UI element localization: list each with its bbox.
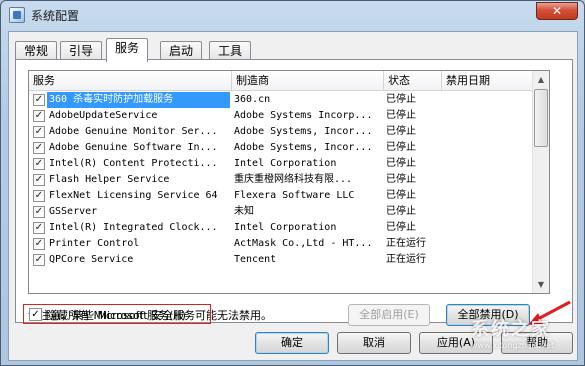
manufacturer-cell: 重庆重橙网络科技有限... bbox=[234, 174, 353, 185]
status-cell: 已停止 bbox=[386, 190, 416, 201]
services-tab-panel: 服务 制造商 状态 禁用日期 ✓ 360 杀毒实时防护加载服务 360.cn 已停止 ✓… bbox=[15, 59, 573, 326]
service-checkbox[interactable]: ✓ bbox=[33, 158, 45, 170]
table-row[interactable]: ✓ Flash Helper Service 重庆重橙网络科技有限... 已停止 bbox=[29, 172, 534, 188]
vertical-scrollbar[interactable]: ▲ ▼ bbox=[532, 71, 549, 293]
service-checkbox[interactable]: ✓ bbox=[33, 142, 45, 154]
manufacturer-cell: ActMask Co.,Ltd - HT... bbox=[234, 238, 373, 249]
manufacturer-cell: Tencent bbox=[234, 254, 277, 265]
scroll-up-icon[interactable]: ▲ bbox=[533, 71, 549, 88]
service-name-cell: 360 杀毒实时防护加载服务 bbox=[47, 92, 230, 108]
service-name-cell: QPCore Service bbox=[49, 254, 134, 265]
tab-startup[interactable]: 启动 bbox=[160, 41, 203, 61]
services-list[interactable]: 服务 制造商 状态 禁用日期 ✓ 360 杀毒实时防护加载服务 360.cn 已停止 ✓… bbox=[28, 70, 550, 294]
hide-microsoft-services-label[interactable]: 隐藏所有 Microsoft 服务(H) bbox=[46, 307, 186, 323]
manufacturer-cell: 未知 bbox=[234, 206, 254, 217]
status-cell: 正在运行 bbox=[386, 254, 426, 265]
enable-all-button[interactable]: 全部启用(E) bbox=[348, 304, 430, 326]
service-checkbox[interactable]: ✓ bbox=[33, 206, 45, 218]
watermark-logo: 系统之家 www.xitongzhijia.net bbox=[471, 319, 555, 350]
manufacturer-cell: Adobe Systems, Incor... bbox=[234, 142, 373, 153]
column-header-disabled-date[interactable]: 禁用日期 bbox=[442, 71, 534, 91]
table-row[interactable]: ✓ FlexNet Licensing Service 64 Flexera Sof… bbox=[29, 188, 534, 204]
service-name-cell: Intel(R) Content Protecti... bbox=[49, 158, 218, 169]
table-row[interactable]: ✓ Printer Control ActMask Co.,Ltd - HT... 正… bbox=[29, 236, 534, 252]
status-cell: 已停止 bbox=[386, 110, 416, 121]
service-checkbox[interactable]: ✓ bbox=[33, 190, 45, 202]
status-cell: 已停止 bbox=[386, 206, 416, 217]
status-cell: 已停止 bbox=[386, 126, 416, 137]
service-name-cell: Adobe Genuine Software In... bbox=[49, 142, 218, 153]
table-row[interactable]: ✓ Adobe Genuine Software In... Adobe Syste… bbox=[29, 140, 534, 156]
service-name-cell: Intel(R) Integrated Clock... bbox=[49, 222, 218, 233]
service-name-cell: Adobe Genuine Monitor Ser... bbox=[49, 126, 218, 137]
ok-button[interactable]: 确定 bbox=[255, 332, 329, 354]
service-name-cell: Flash Helper Service bbox=[49, 174, 170, 185]
tab-services[interactable]: 服务 bbox=[106, 38, 149, 62]
table-row[interactable]: ✓ GSServer 未知 已停止 bbox=[29, 204, 534, 220]
scroll-down-icon[interactable]: ▼ bbox=[533, 276, 549, 293]
table-row[interactable]: ✓ Adobe Genuine Monitor Ser... Adobe Syste… bbox=[29, 124, 534, 140]
dialog-client-area: 常规 引导 服务 启动 工具 服务 制造商 状态 禁用日期 ✓ 360 杀毒实时防… bbox=[8, 31, 578, 361]
system-configuration-window: 系统配置 ✕ 常规 引导 服务 启动 工具 服务 制造商 状态 禁用日期 ✓ 36… bbox=[0, 0, 585, 366]
status-cell: 已停止 bbox=[386, 94, 416, 105]
cancel-button[interactable]: 取消 bbox=[337, 332, 411, 354]
service-rows: ✓ 360 杀毒实时防护加载服务 360.cn 已停止 ✓ AdobeUpdateServ… bbox=[29, 92, 534, 268]
service-checkbox[interactable]: ✓ bbox=[33, 174, 45, 186]
service-checkbox[interactable]: ✓ bbox=[33, 110, 45, 122]
close-button[interactable]: ✕ bbox=[536, 2, 578, 20]
service-checkbox[interactable]: ✓ bbox=[33, 254, 45, 266]
service-checkbox[interactable]: ✓ bbox=[33, 222, 45, 234]
manufacturer-cell: Intel Corporation bbox=[234, 158, 337, 169]
table-row[interactable]: ✓ QPCore Service Tencent 正在运行 bbox=[29, 252, 534, 268]
service-checkbox[interactable]: ✓ bbox=[33, 126, 45, 138]
service-name-cell: AdobeUpdateService bbox=[49, 110, 158, 121]
title-bar[interactable]: 系统配置 ✕ bbox=[1, 1, 584, 31]
service-name-cell: Printer Control bbox=[49, 238, 140, 249]
service-checkbox[interactable]: ✓ bbox=[33, 238, 45, 250]
status-cell: 正在运行 bbox=[386, 238, 426, 249]
column-header-status[interactable]: 状态 bbox=[384, 71, 442, 91]
tab-boot[interactable]: 引导 bbox=[60, 41, 103, 61]
service-name-cell: GSServer bbox=[49, 206, 98, 217]
hide-microsoft-services-checkbox[interactable]: ✓ bbox=[29, 308, 42, 321]
scrollbar-thumb[interactable] bbox=[534, 89, 548, 147]
service-checkbox[interactable]: ✓ bbox=[33, 94, 45, 106]
service-name-cell: FlexNet Licensing Service 64 bbox=[49, 190, 218, 201]
column-header-service[interactable]: 服务 bbox=[29, 71, 232, 91]
window-title: 系统配置 bbox=[31, 9, 80, 23]
tab-tools[interactable]: 工具 bbox=[209, 41, 252, 61]
column-header-manufacturer[interactable]: 制造商 bbox=[232, 71, 384, 91]
table-row[interactable]: ✓ AdobeUpdateService Adobe Systems Incorp.… bbox=[29, 108, 534, 124]
manufacturer-cell: Flexera Software LLC bbox=[234, 190, 355, 201]
status-cell: 已停止 bbox=[386, 222, 416, 233]
table-row[interactable]: ✓ Intel(R) Integrated Clock... Intel Corpo… bbox=[29, 220, 534, 236]
table-row[interactable]: ✓ 360 杀毒实时防护加载服务 360.cn 已停止 bbox=[29, 92, 534, 108]
manufacturer-cell: Adobe Systems, Incor... bbox=[234, 126, 373, 137]
manufacturer-cell: Intel Corporation bbox=[234, 222, 337, 233]
status-cell: 已停止 bbox=[386, 158, 416, 169]
status-cell: 已停止 bbox=[386, 174, 416, 185]
manufacturer-cell: 360.cn bbox=[234, 94, 271, 105]
status-cell: 已停止 bbox=[386, 142, 416, 153]
manufacturer-cell: Adobe Systems Incorp... bbox=[234, 110, 373, 121]
hide-microsoft-services-highlight: ✓ 隐藏所有 Microsoft 服务(H) bbox=[23, 304, 211, 324]
msconfig-icon bbox=[9, 7, 25, 23]
table-row[interactable]: ✓ Intel(R) Content Protecti... Intel Corpo… bbox=[29, 156, 534, 172]
list-header: 服务 制造商 状态 禁用日期 bbox=[29, 71, 534, 91]
tab-general[interactable]: 常规 bbox=[15, 41, 58, 61]
